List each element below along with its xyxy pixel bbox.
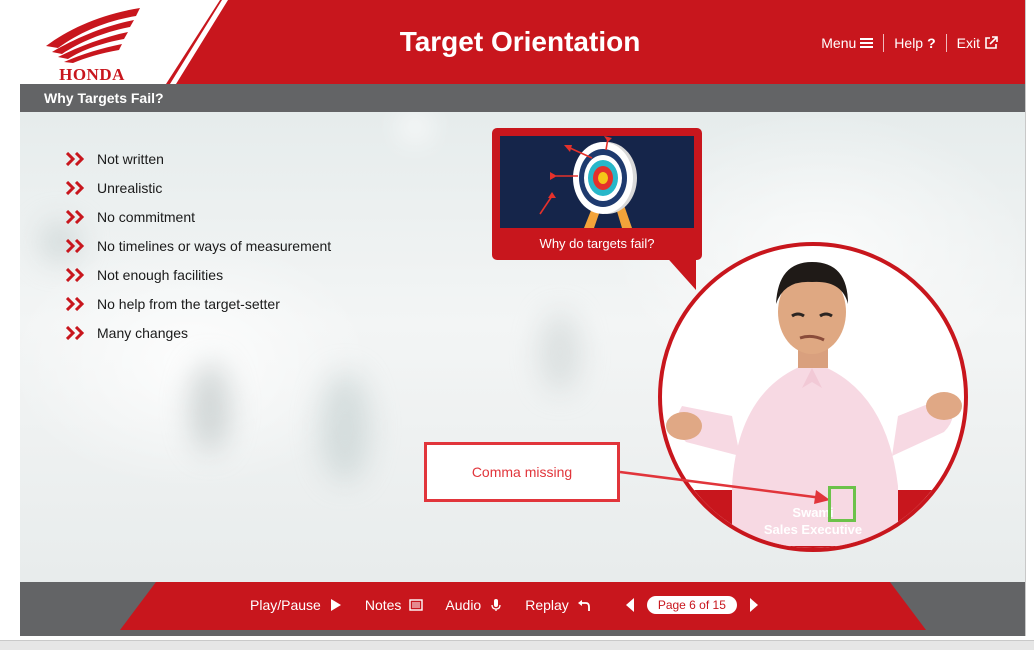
- list-item-text: Unrealistic: [97, 179, 163, 196]
- replay-button[interactable]: Replay: [525, 597, 591, 613]
- audio-button[interactable]: Audio: [445, 597, 503, 613]
- double-chevron-icon: [66, 180, 85, 195]
- hamburger-icon: [860, 38, 874, 48]
- course-title: Target Orientation: [399, 26, 641, 57]
- help-button[interactable]: Help ?: [884, 35, 945, 51]
- background-blur: [190, 362, 230, 452]
- list-item: No commitment: [66, 202, 331, 231]
- list-item: Many changes: [66, 318, 331, 347]
- review-annotation-text: Comma missing: [471, 464, 573, 480]
- list-item: Not written: [66, 144, 331, 173]
- top-nav: Menu Help ? Exit: [811, 34, 1008, 52]
- microphone-icon: [491, 599, 501, 611]
- list-item-text: Not written: [97, 150, 164, 167]
- list-item: No help from the target-setter: [66, 289, 331, 318]
- list-item-text: Many changes: [97, 324, 189, 341]
- question-icon: ?: [927, 35, 936, 51]
- notes-button[interactable]: Notes: [365, 597, 424, 613]
- page-indicator: Page 6 of 15: [646, 596, 737, 614]
- list-item: No timelines or ways of measurement: [66, 231, 331, 260]
- external-link-icon: [985, 36, 998, 49]
- list-item-text: Not enough facilities: [97, 266, 224, 283]
- play-pause-button[interactable]: Play/Pause: [250, 597, 343, 613]
- play-icon: [330, 599, 341, 611]
- help-label: Help: [894, 35, 924, 51]
- header-bar: HONDA Target Orientation Menu Help ? Exi…: [20, 0, 1025, 84]
- double-chevron-icon: [66, 325, 85, 340]
- notes-label: Notes: [364, 597, 402, 613]
- background-blur: [320, 372, 370, 482]
- list-item: Not enough facilities: [66, 260, 331, 289]
- background-blur: [400, 112, 430, 142]
- annotation-arrow: [619, 470, 830, 504]
- slide-content: Not written Unrealistic No commitment No…: [20, 112, 1025, 582]
- target-dartboard-icon: [539, 136, 637, 228]
- notes-icon: [409, 599, 424, 611]
- list-item-text: No timelines or ways of measurement: [97, 237, 332, 254]
- video-thumbnail[interactable]: [500, 136, 694, 228]
- app-window: HONDA Target Orientation Menu Help ? Exi…: [0, 0, 1034, 650]
- window-bottom-edge: [0, 640, 1034, 650]
- double-chevron-icon: [66, 209, 85, 224]
- list-item-text: No help from the target-setter: [97, 295, 280, 312]
- honda-wing-logo: HONDA: [46, 8, 140, 82]
- page-title-bar: Why Targets Fail?: [20, 84, 1025, 112]
- prev-page-icon[interactable]: [623, 597, 637, 613]
- list-item-text: No commitment: [97, 208, 196, 225]
- footer-bar: Play/Pause Notes Audio Replay Page 6 of …: [20, 582, 1025, 636]
- exit-button[interactable]: Exit: [947, 35, 1008, 51]
- reasons-list: Not written Unrealistic No commitment No…: [66, 144, 331, 347]
- honda-wordmark: HONDA: [59, 65, 125, 82]
- player-controls: Play/Pause Notes Audio Replay Page 6 of …: [250, 596, 761, 614]
- pager: Page 6 of 15: [623, 596, 761, 614]
- menu-button[interactable]: Menu: [811, 35, 883, 51]
- double-chevron-icon: [66, 238, 85, 253]
- audio-label: Audio: [445, 597, 482, 613]
- menu-label: Menu: [821, 35, 857, 51]
- double-chevron-icon: [66, 296, 85, 311]
- play-pause-label: Play/Pause: [250, 597, 321, 613]
- next-page-icon[interactable]: [747, 597, 761, 613]
- list-item: Unrealistic: [66, 173, 331, 202]
- exit-label: Exit: [956, 35, 980, 51]
- replay-label: Replay: [525, 597, 569, 613]
- double-chevron-icon: [66, 151, 85, 166]
- replay-arrow-icon: [577, 600, 590, 611]
- review-annotation-box: Comma missing: [424, 442, 620, 502]
- background-blur: [540, 312, 580, 392]
- page-title: Why Targets Fail?: [44, 90, 164, 106]
- double-chevron-icon: [66, 267, 85, 282]
- annotation-highlight-box: [828, 486, 856, 522]
- course-player: HONDA Target Orientation Menu Help ? Exi…: [20, 0, 1026, 636]
